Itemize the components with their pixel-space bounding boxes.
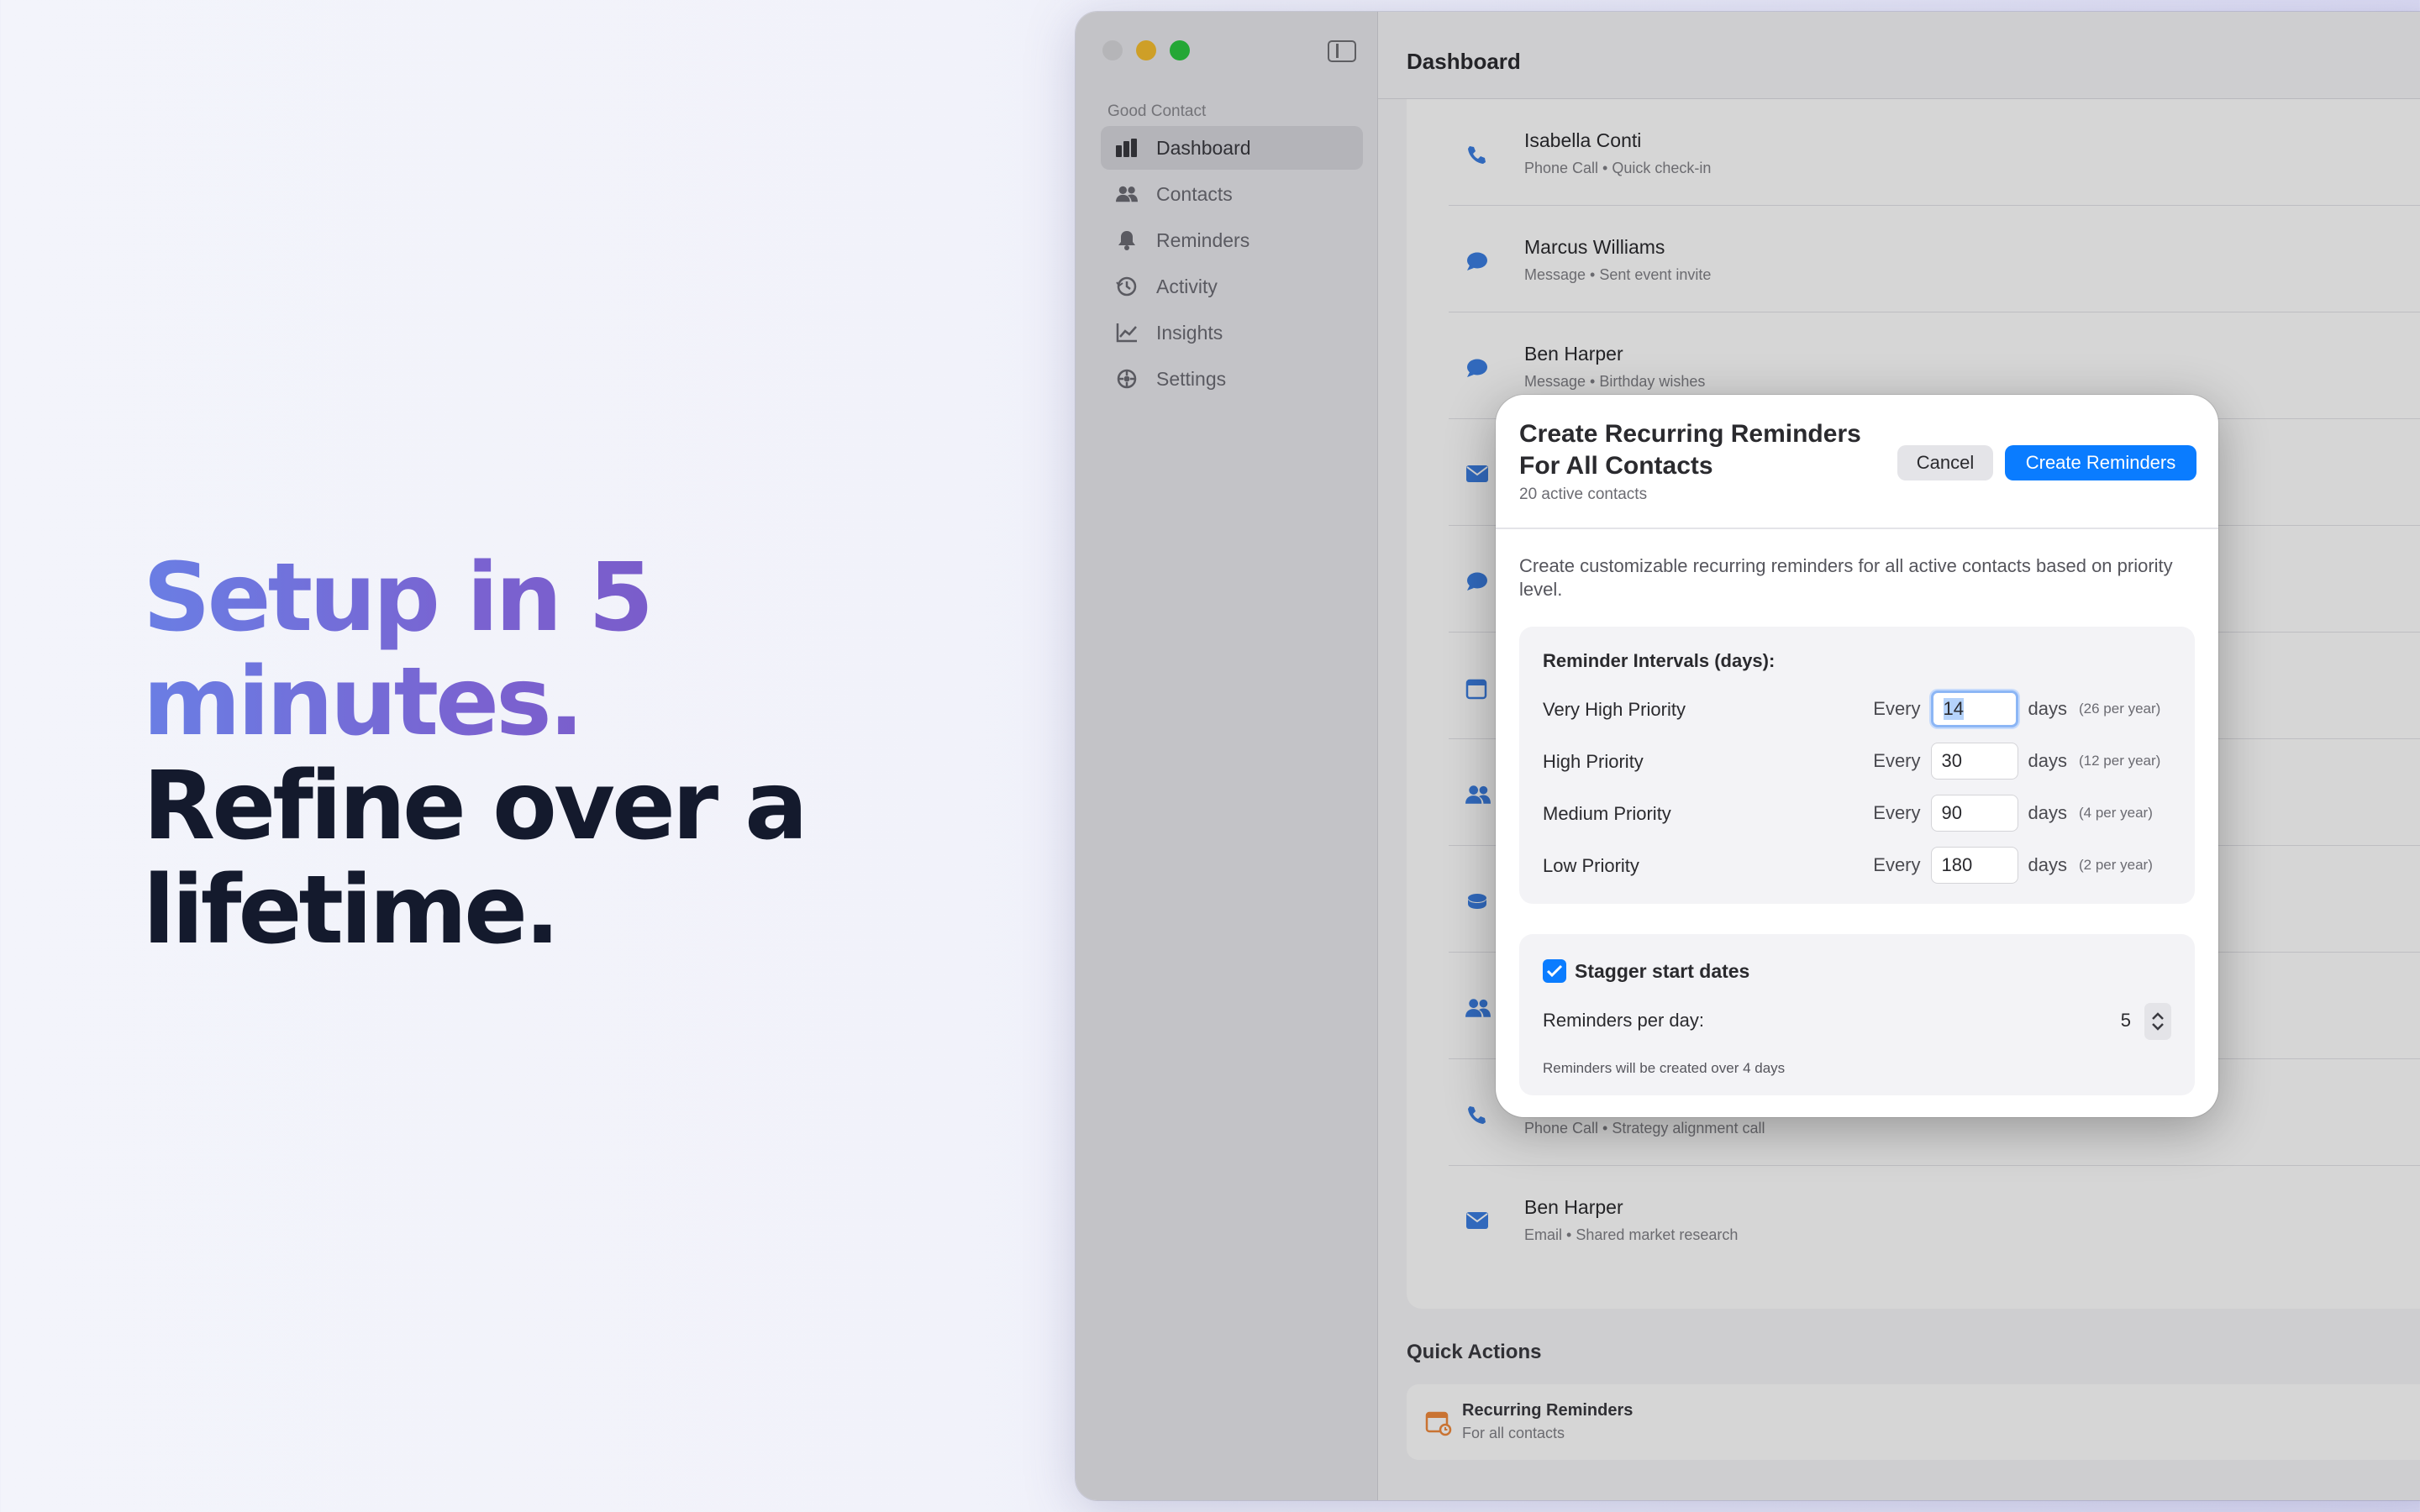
- stagger-start-dates-label[interactable]: Stagger start dates: [1575, 960, 1749, 983]
- priority-label: Medium Priority: [1543, 803, 1671, 824]
- headline-line-1: Setup in 5: [143, 546, 899, 650]
- active-contacts-count: 20 active contacts: [1519, 486, 1648, 503]
- priority-label: High Priority: [1543, 751, 1644, 772]
- priority-label: Very High Priority: [1543, 699, 1686, 720]
- reminders-duration-note: Reminders will be created over 4 days: [1543, 1060, 1786, 1076]
- per-year-label: (4 per year): [2079, 805, 2153, 821]
- chevron-up-icon[interactable]: [2150, 1011, 2165, 1021]
- priority-label: Low Priority: [1543, 855, 1639, 876]
- create-reminders-button[interactable]: Create Reminders: [2005, 445, 2196, 480]
- dialog-header: Create Recurring Reminders For All Conta…: [1496, 395, 2218, 529]
- stagger-start-dates-checkbox[interactable]: [1543, 959, 1566, 983]
- cancel-button[interactable]: Cancel: [1897, 445, 1993, 480]
- stagger-start-dates-row: Stagger start dates: [1543, 959, 1749, 983]
- chevron-down-icon[interactable]: [2150, 1021, 2165, 1032]
- checkmark-icon: [1546, 964, 1563, 978]
- dialog-description: Create customizable recurring reminders …: [1519, 555, 2173, 600]
- high-interval-input[interactable]: 30: [1930, 743, 2018, 780]
- priority-row-very-high: Very High Priority Every 14 days (26 per…: [1543, 689, 2173, 729]
- reminders-per-day-value: 5: [2120, 1010, 2131, 1031]
- reminders-per-day-stepper[interactable]: [2144, 1003, 2171, 1040]
- per-year-label: (26 per year): [2079, 701, 2161, 717]
- days-label: days: [2028, 802, 2067, 823]
- priority-row-high: High Priority Every 30 days (12 per year…: [1543, 741, 2173, 781]
- every-label: Every: [1873, 802, 1921, 823]
- intervals-title: Reminder Intervals (days):: [1543, 650, 1776, 671]
- low-interval-input[interactable]: 180: [1930, 847, 2018, 884]
- dialog-title: Create Recurring Reminders For All Conta…: [1519, 420, 1861, 480]
- every-label: Every: [1873, 750, 1921, 771]
- headline-line-3: Refine over a: [143, 752, 808, 861]
- priority-row-low: Low Priority Every 180 days (2 per year): [1543, 845, 2173, 885]
- per-year-label: (2 per year): [2079, 857, 2153, 873]
- create-reminders-dialog: Create Recurring Reminders For All Conta…: [1496, 395, 2218, 1117]
- headline-line-2: minutes.: [143, 650, 899, 754]
- every-label: Every: [1873, 698, 1921, 719]
- very-high-interval-input[interactable]: 14: [1930, 690, 2018, 727]
- days-label: days: [2028, 698, 2067, 719]
- stagger-group: Stagger start dates Reminders per day: 5…: [1519, 934, 2195, 1095]
- days-label: days: [2028, 750, 2067, 771]
- marketing-headline: Setup in 5 minutes. Refine over a lifeti…: [143, 546, 899, 963]
- headline-line-4: lifetime.: [143, 856, 560, 965]
- every-label: Every: [1873, 854, 1921, 875]
- reminders-per-day-label: Reminders per day:: [1543, 1010, 1704, 1031]
- days-label: days: [2028, 854, 2067, 875]
- priority-row-medium: Medium Priority Every 90 days (4 per yea…: [1543, 793, 2173, 833]
- medium-interval-input[interactable]: 90: [1930, 795, 2018, 832]
- per-year-label: (12 per year): [2079, 753, 2161, 769]
- reminder-intervals-group: Reminder Intervals (days): Very High Pri…: [1519, 627, 2195, 904]
